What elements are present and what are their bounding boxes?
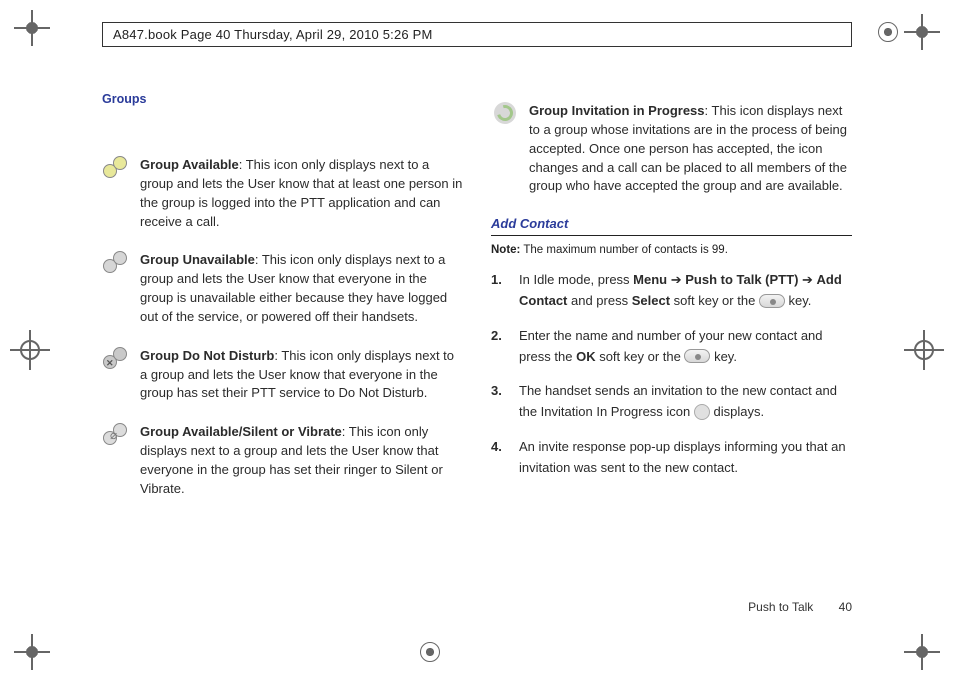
crop-mark-bottom-right bbox=[908, 638, 936, 666]
group-silent-row: ⌀ Group Available/Silent or Vibrate: Thi… bbox=[102, 423, 463, 498]
step-2: Enter the name and number of your new co… bbox=[491, 326, 852, 368]
group-invite-progress-icon bbox=[494, 102, 516, 124]
footer-page-number: 40 bbox=[839, 600, 852, 614]
page-header-bar: A847.book Page 40 Thursday, April 29, 20… bbox=[102, 22, 852, 47]
page-header-text: A847.book Page 40 Thursday, April 29, 20… bbox=[113, 27, 433, 42]
group-dnd-icon: ✕ bbox=[103, 347, 129, 371]
steps-list: In Idle mode, press Menu ➔ Push to Talk … bbox=[491, 270, 852, 478]
group-available-text: Group Available: This icon only displays… bbox=[140, 156, 463, 231]
groups-heading: Groups bbox=[102, 92, 463, 106]
crop-mark-bottom-left bbox=[18, 638, 46, 666]
crop-mark-top-right bbox=[908, 18, 936, 46]
step-4: An invite response pop-up displays infor… bbox=[491, 437, 852, 479]
group-available-icon bbox=[103, 156, 129, 180]
crop-dot-top bbox=[878, 22, 898, 42]
step-1: In Idle mode, press Menu ➔ Push to Talk … bbox=[491, 270, 852, 312]
crop-mark-mid-left bbox=[10, 330, 50, 370]
step-3: The handset sends an invitation to the n… bbox=[491, 381, 852, 423]
group-invite-row: Group Invitation in Progress: This icon … bbox=[491, 102, 852, 196]
ok-key-icon bbox=[684, 349, 710, 363]
group-unavailable-icon bbox=[103, 251, 129, 275]
right-column: Group Invitation in Progress: This icon … bbox=[491, 92, 852, 519]
group-available-row: Group Available: This icon only displays… bbox=[102, 156, 463, 231]
invitation-progress-icon bbox=[694, 404, 710, 420]
group-invite-text: Group Invitation in Progress: This icon … bbox=[529, 102, 852, 196]
group-unavailable-text: Group Unavailable: This icon only displa… bbox=[140, 251, 463, 326]
group-silent-text: Group Available/Silent or Vibrate: This … bbox=[140, 423, 463, 498]
add-contact-heading: Add Contact bbox=[491, 216, 852, 231]
ok-key-icon bbox=[759, 294, 785, 308]
page-footer: Push to Talk 40 bbox=[102, 600, 852, 614]
footer-section: Push to Talk bbox=[748, 600, 813, 614]
page-body: Groups Group Available: This icon only d… bbox=[102, 92, 852, 519]
crop-dot-bottom bbox=[420, 642, 440, 662]
note-line: Note: The maximum number of contacts is … bbox=[491, 244, 852, 256]
crop-mark-mid-right bbox=[904, 330, 944, 370]
crop-mark-top-left bbox=[18, 14, 46, 42]
left-column: Groups Group Available: This icon only d… bbox=[102, 92, 463, 519]
group-unavailable-row: Group Unavailable: This icon only displa… bbox=[102, 251, 463, 326]
group-silent-icon: ⌀ bbox=[103, 423, 129, 447]
divider-line bbox=[491, 235, 852, 236]
group-dnd-text: Group Do Not Disturb: This icon only dis… bbox=[140, 347, 463, 404]
group-dnd-row: ✕ Group Do Not Disturb: This icon only d… bbox=[102, 347, 463, 404]
